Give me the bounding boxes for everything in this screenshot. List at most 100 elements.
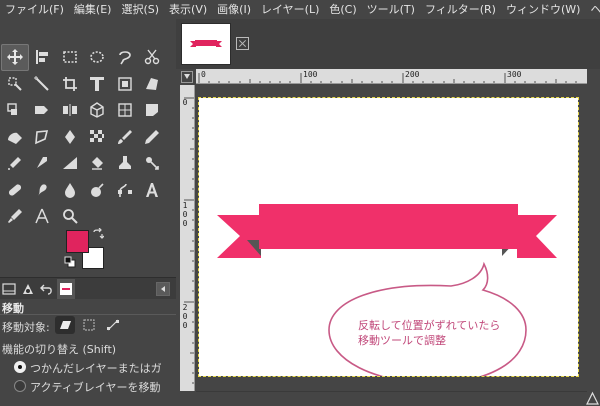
unified-transform-tool[interactable] — [84, 71, 112, 98]
vertical-scrollbar[interactable] — [587, 85, 600, 391]
flip-tool[interactable] — [56, 97, 84, 124]
radio-active-layer[interactable] — [14, 380, 26, 392]
ruler-label: 100 — [303, 70, 318, 79]
divider — [0, 314, 176, 315]
ruler-label: 2 — [182, 303, 188, 312]
crop-tool[interactable] — [56, 71, 84, 98]
pattern-tool[interactable] — [84, 124, 112, 151]
vertical-ruler[interactable]: 0 1 0 0 2 0 0 — [180, 85, 195, 391]
foreground-color-swatch[interactable] — [66, 230, 89, 253]
option-active-layer-label: アクティブレイヤーを移動 — [30, 381, 161, 394]
smudge-tool[interactable] — [29, 177, 57, 204]
magic-wand-tool[interactable] — [29, 71, 57, 98]
menu-view[interactable]: 表示(V) — [164, 0, 212, 19]
mypaint-brush-tool[interactable] — [56, 150, 84, 177]
measure-icon — [35, 208, 49, 224]
image-tab-strip — [176, 19, 600, 69]
paintbrush-tool[interactable] — [111, 124, 139, 151]
perspective-clone-tool[interactable] — [139, 71, 167, 98]
tab-undo-history[interactable] — [38, 279, 56, 299]
scissors-icon — [145, 49, 160, 65]
blur-tool[interactable] — [56, 177, 84, 204]
crop-icon — [62, 76, 77, 91]
canvas-area: 0 100 200 300 0 1 0 0 2 0 0 反転して位置がずれていた… — [176, 69, 600, 406]
ink-icon — [37, 157, 48, 169]
move-tool[interactable] — [1, 44, 29, 71]
lasso-tool[interactable] — [111, 44, 139, 71]
navigate-button[interactable] — [585, 391, 600, 406]
path-tool[interactable] — [29, 124, 57, 151]
align-icon — [36, 50, 49, 65]
menu-filters[interactable]: フィルター(R) — [420, 0, 501, 19]
move-icon — [6, 49, 23, 66]
move-layer-button[interactable] — [55, 316, 75, 334]
scissors-tool[interactable] — [139, 44, 167, 71]
menu-colors[interactable]: 色(C) — [324, 0, 361, 19]
perspective-clone-icon — [146, 77, 159, 90]
clone-icon — [118, 156, 131, 170]
pencil-tool[interactable] — [139, 124, 167, 151]
airbrush-tool[interactable] — [1, 150, 29, 177]
rect-select-tool[interactable] — [56, 44, 84, 71]
dock-menu-button[interactable] — [156, 282, 170, 296]
radio-pick-layer[interactable] — [14, 361, 26, 373]
toolbox: 移動 移動対象: 機能の切り替え (Shift) つかんだレイヤーまたはガ アク… — [0, 19, 176, 406]
horizontal-ruler[interactable]: 0 100 200 300 — [196, 69, 587, 84]
rotate-tool[interactable] — [1, 97, 29, 124]
tab-tool-options[interactable] — [0, 279, 18, 299]
image-canvas[interactable]: 反転して位置がずれていたら 移動ツールで調整 — [198, 97, 579, 377]
menu-file[interactable]: ファイル(F) — [0, 0, 69, 19]
gradient-fill-tool[interactable] — [56, 124, 84, 151]
eraser-tool[interactable] — [84, 150, 112, 177]
menu-select[interactable]: 選択(S) — [116, 0, 164, 19]
ruler-label: 0 — [182, 98, 188, 107]
menu-edit[interactable]: 編集(E) — [69, 0, 117, 19]
clone-tool[interactable] — [111, 150, 139, 177]
menu-image[interactable]: 画像(I) — [212, 0, 256, 19]
tab-device-status[interactable] — [19, 279, 37, 299]
eraser-icon — [92, 157, 104, 170]
warp-tool[interactable] — [139, 97, 167, 124]
text-tool[interactable] — [139, 177, 167, 204]
cage-tool[interactable] — [111, 97, 139, 124]
fuzzy-select-tool[interactable] — [1, 71, 29, 98]
horizontal-scrollbar[interactable] — [196, 391, 587, 404]
menu-layer[interactable]: レイヤー(L) — [256, 0, 324, 19]
default-colors-icon[interactable] — [64, 256, 76, 268]
color-picker-tool[interactable] — [1, 203, 29, 230]
ink-tool[interactable] — [29, 150, 57, 177]
menu-help[interactable]: ヘルプ(H) — [585, 0, 600, 19]
3d-transform-tool[interactable] — [84, 97, 112, 124]
ruler-label: 0 — [201, 70, 206, 79]
image-thumbnail[interactable] — [181, 23, 231, 65]
menu-tools[interactable]: ツール(T) — [362, 0, 420, 19]
ruler-label: 200 — [405, 70, 420, 79]
toggle-label: 機能の切り替え (Shift) — [2, 343, 117, 356]
ruler-label: 0 — [182, 321, 188, 330]
airbrush-icon — [7, 157, 21, 171]
heal-tool[interactable] — [139, 150, 167, 177]
shear-tool[interactable] — [29, 97, 57, 124]
magic-wand-icon — [34, 75, 49, 91]
move-path-button[interactable] — [103, 316, 123, 334]
close-image-tab-button[interactable] — [236, 37, 249, 50]
paths-icon — [117, 183, 132, 197]
menu-windows[interactable]: ウィンドウ(W) — [501, 0, 585, 19]
measure-tool[interactable] — [29, 203, 57, 230]
heal-icon — [146, 157, 160, 171]
bandage-tool[interactable] — [1, 177, 29, 204]
ellipse-select-tool[interactable] — [84, 44, 112, 71]
menu-bar: ファイル(F) 編集(E) 選択(S) 表示(V) 画像(I) レイヤー(L) … — [0, 0, 600, 19]
dodge-burn-tool[interactable] — [84, 177, 112, 204]
bucket-fill-tool[interactable] — [1, 124, 29, 151]
quick-mask-menu-button[interactable] — [181, 71, 193, 83]
device-status-icon — [23, 284, 33, 294]
paths-tool[interactable] — [111, 177, 139, 204]
swap-colors-icon[interactable] — [92, 228, 104, 240]
align-tool[interactable] — [29, 44, 57, 71]
handle-transform-tool[interactable] — [111, 71, 139, 98]
annotation-text: 反転して位置がずれていたら 移動ツールで調整 — [358, 318, 538, 348]
tab-images[interactable] — [57, 279, 75, 299]
move-selection-button[interactable] — [79, 316, 99, 334]
zoom-tool[interactable] — [56, 203, 84, 230]
